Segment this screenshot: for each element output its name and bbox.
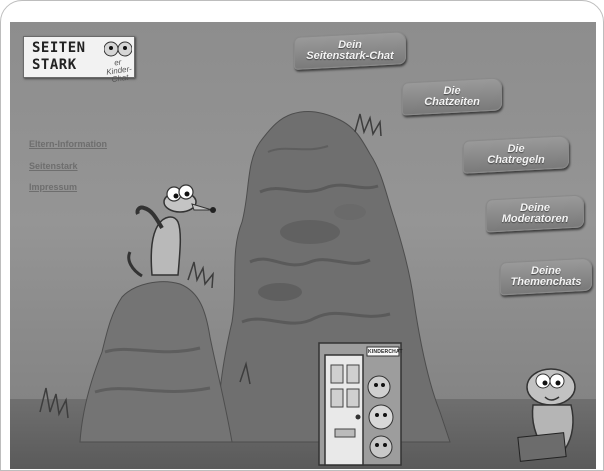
sign-moderatoren-line2: Moderatoren bbox=[501, 212, 569, 225]
sign-themenchats-line2: Themenchats bbox=[510, 275, 582, 288]
sign-seitenstark-chat-line2: Seitenstark-Chat bbox=[306, 49, 394, 62]
sign-themenchats[interactable]: Deine Themenchats bbox=[500, 257, 592, 296]
logo-mascot-icon bbox=[104, 41, 132, 57]
meerkat-reading-icon bbox=[517, 368, 576, 462]
link-seitenstark[interactable]: Seitenstark bbox=[29, 161, 78, 171]
sign-chatregeln[interactable]: Die Chatregeln bbox=[463, 135, 569, 174]
sign-themenchats-line1: Deine bbox=[531, 264, 561, 277]
meerkat-waving-icon bbox=[127, 184, 216, 278]
logo-line1: SEITEN bbox=[32, 40, 86, 56]
sign-chatzeiten[interactable]: Die Chatzeiten bbox=[402, 77, 502, 116]
sign-moderatoren[interactable]: Deine Moderatoren bbox=[486, 194, 584, 233]
kinderchat-door[interactable]: KINDERCHAT bbox=[317, 341, 403, 467]
sign-seitenstark-chat-line1: Dein bbox=[338, 38, 362, 51]
chat-stage: KINDERCHAT SEITEN STARK er Kinder-Chat E… bbox=[10, 22, 596, 469]
door-sign-text: KINDERCHAT bbox=[368, 349, 403, 355]
sign-chatzeiten-line2: Chatzeiten bbox=[424, 95, 480, 108]
termite-mound-scene bbox=[39, 111, 451, 443]
link-eltern-information[interactable]: Eltern-Information bbox=[29, 139, 107, 149]
page-frame: KINDERCHAT SEITEN STARK er Kinder-Chat E… bbox=[0, 0, 604, 471]
sign-chatregeln-line2: Chatregeln bbox=[487, 153, 545, 166]
sign-chatregeln-line1: Die bbox=[507, 142, 525, 155]
door-icon bbox=[318, 342, 402, 466]
link-impressum[interactable]: Impressum bbox=[29, 182, 77, 192]
sign-seitenstark-chat[interactable]: Dein Seitenstark-Chat bbox=[294, 31, 406, 70]
logo-subtitle: er Kinder-Chat bbox=[105, 57, 133, 85]
sign-moderatoren-line1: Deine bbox=[520, 201, 550, 214]
sign-chatzeiten-line1: Die bbox=[443, 84, 461, 97]
seitenstark-logo[interactable]: SEITEN STARK er Kinder-Chat bbox=[23, 36, 135, 84]
logo-line2: STARK bbox=[32, 57, 77, 73]
